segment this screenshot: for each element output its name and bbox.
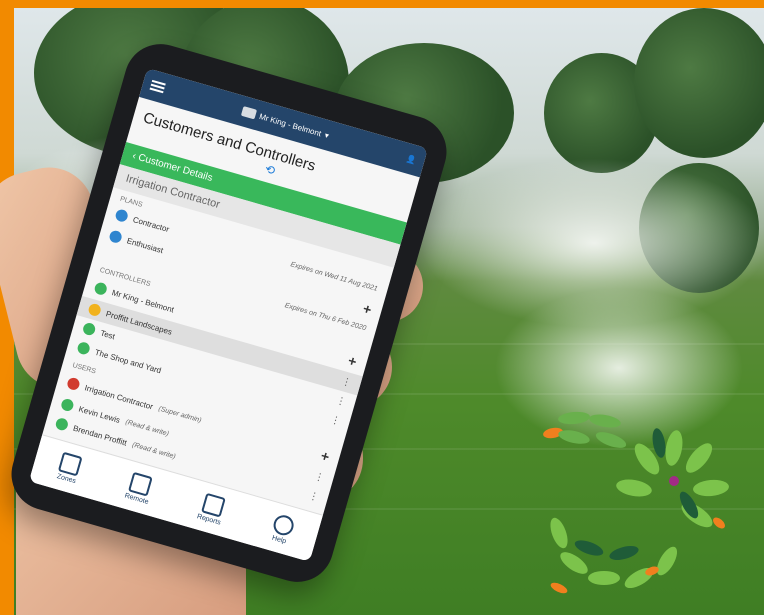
- more-icon[interactable]: ⋮: [340, 375, 352, 388]
- controller-status-icon: [81, 321, 97, 337]
- more-icon[interactable]: ⋮: [307, 490, 319, 503]
- nav-remote[interactable]: Remote: [124, 471, 156, 505]
- add-controller-icon[interactable]: +: [346, 352, 358, 370]
- logo-leaf: [558, 411, 590, 425]
- logo-leaf: [616, 479, 652, 497]
- nav-zones[interactable]: Zones: [56, 451, 84, 485]
- logo-leaf: [665, 430, 683, 466]
- logo-leaf: [550, 517, 568, 549]
- user-status-icon: [66, 376, 81, 392]
- logo-leaf: [574, 540, 604, 556]
- tree: [634, 8, 764, 158]
- logo-leaf: [685, 443, 713, 473]
- logo-leaf: [609, 546, 639, 560]
- controller-thumbnail: [240, 106, 258, 120]
- more-icon[interactable]: ⋮: [313, 471, 325, 484]
- leaf-logo: [543, 411, 729, 594]
- plan-icon: [114, 208, 130, 224]
- logo-leaf: [693, 479, 729, 497]
- controller-status-icon: [87, 302, 103, 318]
- controller-status-icon: [93, 281, 109, 297]
- help-icon: [270, 512, 296, 538]
- remote-icon: [128, 471, 154, 497]
- logo-leaf: [589, 414, 621, 428]
- logo-leaf: [656, 546, 678, 576]
- logo-leaf: [595, 432, 627, 448]
- logo-leaf: [550, 582, 568, 594]
- user-status-icon: [54, 416, 70, 432]
- logo-leaf: [713, 517, 725, 529]
- nav-help[interactable]: Help: [269, 512, 296, 545]
- user-icon[interactable]: 👤: [405, 154, 417, 165]
- logo-center-dot: [669, 476, 679, 486]
- add-plan-icon[interactable]: +: [361, 300, 373, 318]
- add-user-icon[interactable]: +: [319, 447, 331, 465]
- zones-icon: [58, 451, 84, 477]
- controller-status-icon: [76, 340, 92, 356]
- menu-icon[interactable]: [149, 79, 166, 94]
- more-icon[interactable]: ⋮: [335, 395, 347, 408]
- logo-leaf: [588, 571, 620, 585]
- chevron-down-icon: ▾: [323, 130, 331, 140]
- reports-icon: [200, 492, 226, 517]
- nav-reports[interactable]: Reports: [196, 492, 228, 526]
- plan-icon: [108, 229, 124, 245]
- user-status-icon: [59, 397, 75, 413]
- more-icon[interactable]: ⋮: [329, 414, 341, 427]
